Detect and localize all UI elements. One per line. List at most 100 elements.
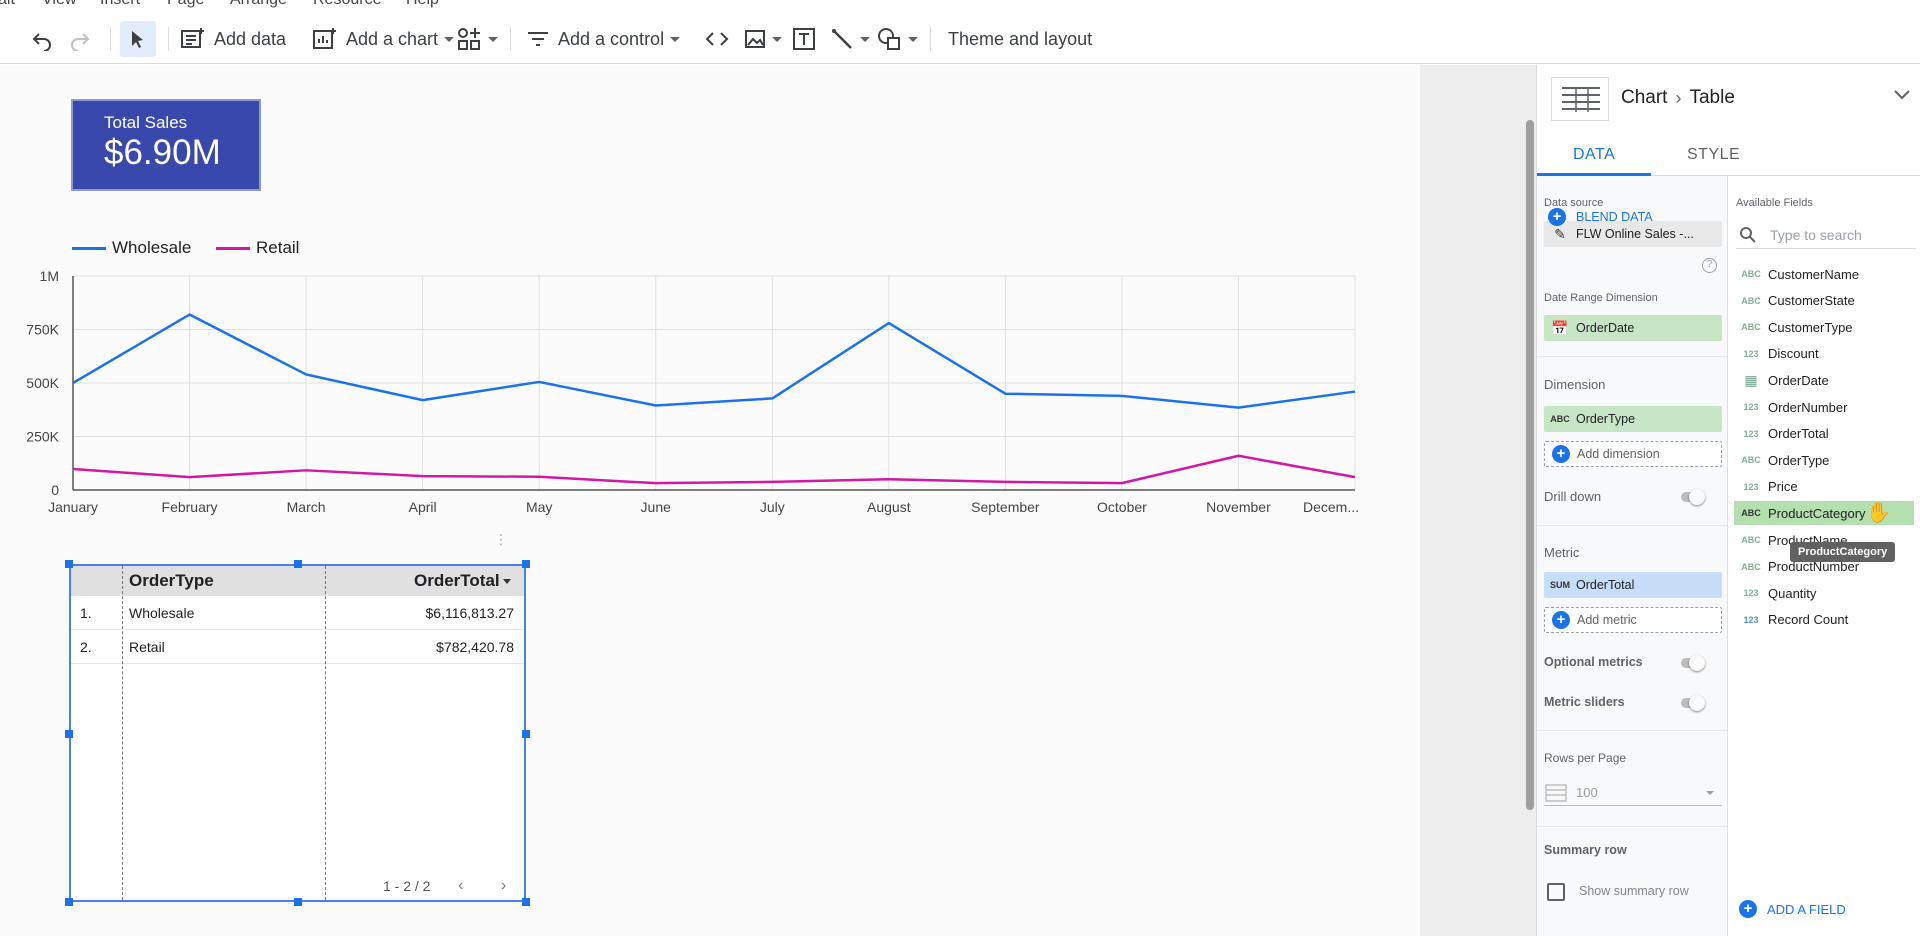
resize-handle[interactable] <box>65 560 73 568</box>
add-circle-icon: + <box>1739 900 1757 918</box>
optional-metrics-toggle[interactable] <box>1677 655 1707 671</box>
cursor-arrow-icon <box>132 31 143 48</box>
field-item[interactable]: ABC OrderType <box>1734 448 1914 472</box>
add-dimension-button[interactable]: + Add dimension <box>1544 441 1722 467</box>
menu-resource[interactable]: Resource <box>313 0 381 9</box>
aggregation-badge[interactable]: SUM <box>1544 580 1576 590</box>
breadcrumb-chart[interactable]: Chart <box>1621 87 1667 109</box>
toolbar: Add data Add a chart Add a control Theme… <box>0 14 1920 64</box>
menu-edit[interactable]: ait <box>0 0 15 9</box>
metric-chip[interactable]: SUM OrderTotal <box>1544 572 1722 598</box>
column-header-ordertotal[interactable]: OrderTotal <box>414 571 500 591</box>
add-data-icon <box>181 28 204 48</box>
toolbar-divider <box>930 27 931 51</box>
field-name: Quantity <box>1768 585 1817 601</box>
blend-data-button[interactable]: + BLEND DATA <box>1548 208 1653 226</box>
line-button[interactable] <box>830 21 870 57</box>
field-item[interactable]: 123 Discount <box>1734 342 1914 366</box>
more-options-icon[interactable]: ⋮ <box>494 532 508 546</box>
field-name: Record Count <box>1768 612 1849 628</box>
resize-handle[interactable] <box>65 730 73 738</box>
date-range-label: Date Range Dimension <box>1544 292 1658 304</box>
dimension-chip[interactable]: ABC OrderType <box>1544 406 1722 432</box>
cell-ordertype: Wholesale <box>129 605 195 621</box>
search-icon <box>1740 226 1756 243</box>
line-icon <box>832 29 852 49</box>
line-chart[interactable]: 0 250K 500K 750K 1M January February March April… <box>0 262 1410 522</box>
tab-data[interactable]: DATA <box>1573 146 1615 164</box>
sort-desc-icon[interactable] <box>503 579 511 584</box>
resize-handle[interactable] <box>522 560 530 568</box>
add-control-button[interactable]: Add a control <box>526 21 681 57</box>
field-name: OrderType <box>1768 452 1830 468</box>
select-tool-button[interactable] <box>120 21 156 57</box>
resize-handle[interactable] <box>522 898 530 906</box>
chevron-down-icon[interactable] <box>1893 89 1911 101</box>
field-item[interactable]: 123 OrderTotal <box>1734 422 1914 446</box>
add-metric-button[interactable]: + Add metric <box>1544 607 1722 633</box>
x-tick-label: November <box>1206 499 1271 515</box>
add-chart-icon <box>313 28 336 49</box>
x-tick-label: June <box>641 499 672 515</box>
metric-sliders-toggle[interactable] <box>1677 695 1707 711</box>
table-row: 2. Retail $782,420.78 <box>71 630 524 664</box>
embed-url-button[interactable] <box>704 21 730 57</box>
resize-handle[interactable] <box>294 560 302 568</box>
field-item[interactable]: 123 OrderNumber <box>1734 395 1914 419</box>
resize-handle[interactable] <box>522 730 530 738</box>
shape-button[interactable] <box>876 21 918 57</box>
drill-down-toggle[interactable] <box>1677 489 1707 505</box>
community-visualizations-button[interactable] <box>456 21 498 57</box>
redo-button[interactable] <box>68 21 92 57</box>
next-page-icon[interactable]: › <box>501 877 506 895</box>
canvas-scrollbar[interactable] <box>1526 120 1534 810</box>
field-item[interactable]: 123 Price <box>1734 475 1914 499</box>
field-item[interactable]: ABC CustomerType <box>1734 315 1914 339</box>
x-tick-label: April <box>409 499 437 515</box>
tab-style[interactable]: STYLE <box>1687 146 1740 164</box>
menu-arrange[interactable]: Arrange <box>230 0 287 9</box>
chevron-down-icon <box>908 36 918 42</box>
image-button[interactable] <box>744 21 782 57</box>
show-summary-checkbox[interactable] <box>1547 883 1565 901</box>
legend-item-retail: Retail <box>216 238 299 258</box>
add-chart-label: Add a chart <box>346 28 439 49</box>
field-item[interactable]: 123 Quantity <box>1734 581 1914 605</box>
field-item[interactable]: ABC CustomerState <box>1734 289 1914 313</box>
field-search[interactable]: Type to search <box>1736 221 1916 249</box>
rows-per-page-select[interactable]: 100 <box>1544 780 1722 806</box>
add-chart-button[interactable]: Add a chart <box>312 21 455 57</box>
date-type-icon: ▦ <box>1744 371 1758 388</box>
text-button[interactable] <box>792 21 816 57</box>
table-chart[interactable]: OrderType OrderTotal 1. Wholesale $6,116… <box>69 564 526 902</box>
help-icon[interactable]: ? <box>1702 258 1717 273</box>
prev-page-icon[interactable]: ‹ <box>458 877 463 895</box>
resize-handle[interactable] <box>65 898 73 906</box>
text-type-icon: ABC <box>1741 322 1761 333</box>
date-range-chip[interactable]: 📅 OrderDate <box>1544 315 1722 341</box>
menu-help[interactable]: Help <box>406 0 439 9</box>
column-header-ordertype[interactable]: OrderType <box>129 571 214 591</box>
x-tick-label: May <box>526 499 552 515</box>
menu-insert[interactable]: Insert <box>100 0 140 9</box>
field-item[interactable]: ABC CustomerName <box>1734 262 1914 286</box>
resize-handle[interactable] <box>294 898 302 906</box>
rows-per-page-value: 100 <box>1576 785 1598 800</box>
field-item[interactable]: 123 Record Count <box>1734 608 1914 632</box>
section-divider <box>1537 356 1727 357</box>
field-name: OrderNumber <box>1768 399 1848 415</box>
add-data-label: Add data <box>214 28 287 49</box>
menu-page[interactable]: Page <box>167 0 204 9</box>
x-tick-label: July <box>760 499 785 515</box>
undo-button[interactable] <box>30 21 54 57</box>
add-field-button[interactable]: + ADD A FIELD <box>1739 900 1846 918</box>
table-chart-icon <box>1551 77 1609 121</box>
field-item[interactable]: ▦ OrderDate <box>1734 368 1914 392</box>
chevron-down-icon <box>444 36 455 42</box>
theme-layout-button[interactable]: Theme and layout <box>948 21 1092 57</box>
column-divider <box>1727 176 1728 936</box>
x-tick-label: October <box>1097 499 1147 515</box>
menu-view[interactable]: View <box>42 0 76 9</box>
add-data-button[interactable]: Add data <box>180 21 286 57</box>
scorecard-total-sales[interactable]: Total Sales $6.90M <box>71 99 261 191</box>
